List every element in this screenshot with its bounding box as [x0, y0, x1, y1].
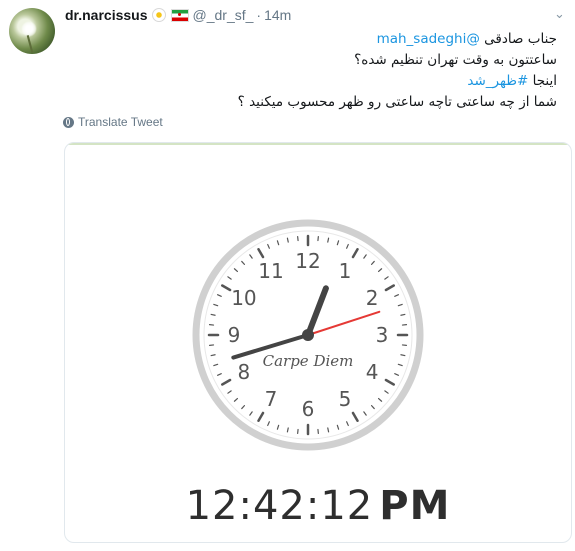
- clock-tick-minor: [400, 313, 406, 316]
- clock-number: 3: [376, 323, 389, 347]
- display-name[interactable]: dr.narcissus: [65, 7, 148, 23]
- user-handle[interactable]: @_dr_sf_: [193, 7, 254, 23]
- tweet-line-3: اینجا #ظهر_شد: [77, 71, 557, 92]
- clock-number: 11: [258, 259, 283, 283]
- tweet-media[interactable]: 12 1 2 3 4 5 6 7 8 9 10 11 Carpe Diem 12:42:12 PM: [64, 142, 572, 543]
- clock-tick-minor: [400, 354, 406, 357]
- clock-number: 2: [366, 286, 379, 310]
- clock-brand: Carpe Diem: [263, 352, 354, 370]
- digital-ampm: PM: [379, 483, 451, 529]
- dandelion-puff: [21, 21, 37, 37]
- clock-number: 6: [302, 397, 315, 421]
- avatar[interactable]: [9, 8, 55, 54]
- globe-icon: [63, 116, 74, 128]
- tweet-line-1: جناب صادقی @mah_sadeghi: [77, 29, 557, 50]
- separator-dot: ·: [256, 7, 262, 23]
- clock-tick-minor: [210, 313, 216, 316]
- clock-tick-minor: [286, 427, 289, 433]
- flower-emoji-icon: [151, 8, 166, 22]
- digital-time: 12:42:12: [185, 483, 374, 529]
- chevron-down-icon[interactable]: ⌄: [554, 6, 565, 22]
- media-top-edge: [65, 143, 571, 145]
- clock-tick-minor: [210, 354, 216, 357]
- clock-number: 10: [231, 286, 256, 310]
- clock-number: 9: [228, 323, 241, 347]
- mention-link[interactable]: @mah_sadeghi: [377, 31, 480, 47]
- clock-number: 1: [339, 259, 352, 283]
- tweet-text: جناب صادقی @mah_sadeghi ساعتتون به وقت ت…: [77, 29, 557, 113]
- clock-tick-minor: [286, 237, 289, 243]
- clock-number: 8: [238, 360, 251, 384]
- clock-tick-minor: [327, 237, 330, 243]
- digital-clock: 12:42:12 PM: [65, 483, 571, 529]
- dandelion-stem: [26, 35, 34, 53]
- translate-tweet-link[interactable]: Translate Tweet: [63, 115, 163, 129]
- iran-flag-icon: [170, 8, 189, 22]
- clock-number: 5: [339, 387, 352, 411]
- clock-number: 4: [366, 360, 379, 384]
- tweet-line-1-text: جناب صادقی: [479, 31, 557, 47]
- clock-center-pin: [302, 329, 314, 341]
- tweet-line-4: شما از چه ساعتی تاچه ساعتی رو ظهر محسوب …: [237, 94, 557, 110]
- clock-number: 12: [295, 249, 320, 273]
- translate-label: Translate Tweet: [78, 115, 163, 129]
- tweet-line-2: ساعتتون به وقت تهران تنظیم شده؟: [354, 52, 557, 68]
- tweet-line-3-text: اینجا: [528, 73, 557, 89]
- clock-tick-minor: [327, 427, 330, 433]
- analog-clock: 12 12 3 45678 9 1011 Carpe Diem: [192, 219, 424, 451]
- clock-number: 7: [265, 387, 278, 411]
- hashtag-link[interactable]: #ظهر_شد: [467, 73, 528, 89]
- tweet-timestamp[interactable]: 14m: [264, 7, 291, 23]
- tweet-header: dr.narcissus @_dr_sf_ · 14m: [65, 6, 291, 24]
